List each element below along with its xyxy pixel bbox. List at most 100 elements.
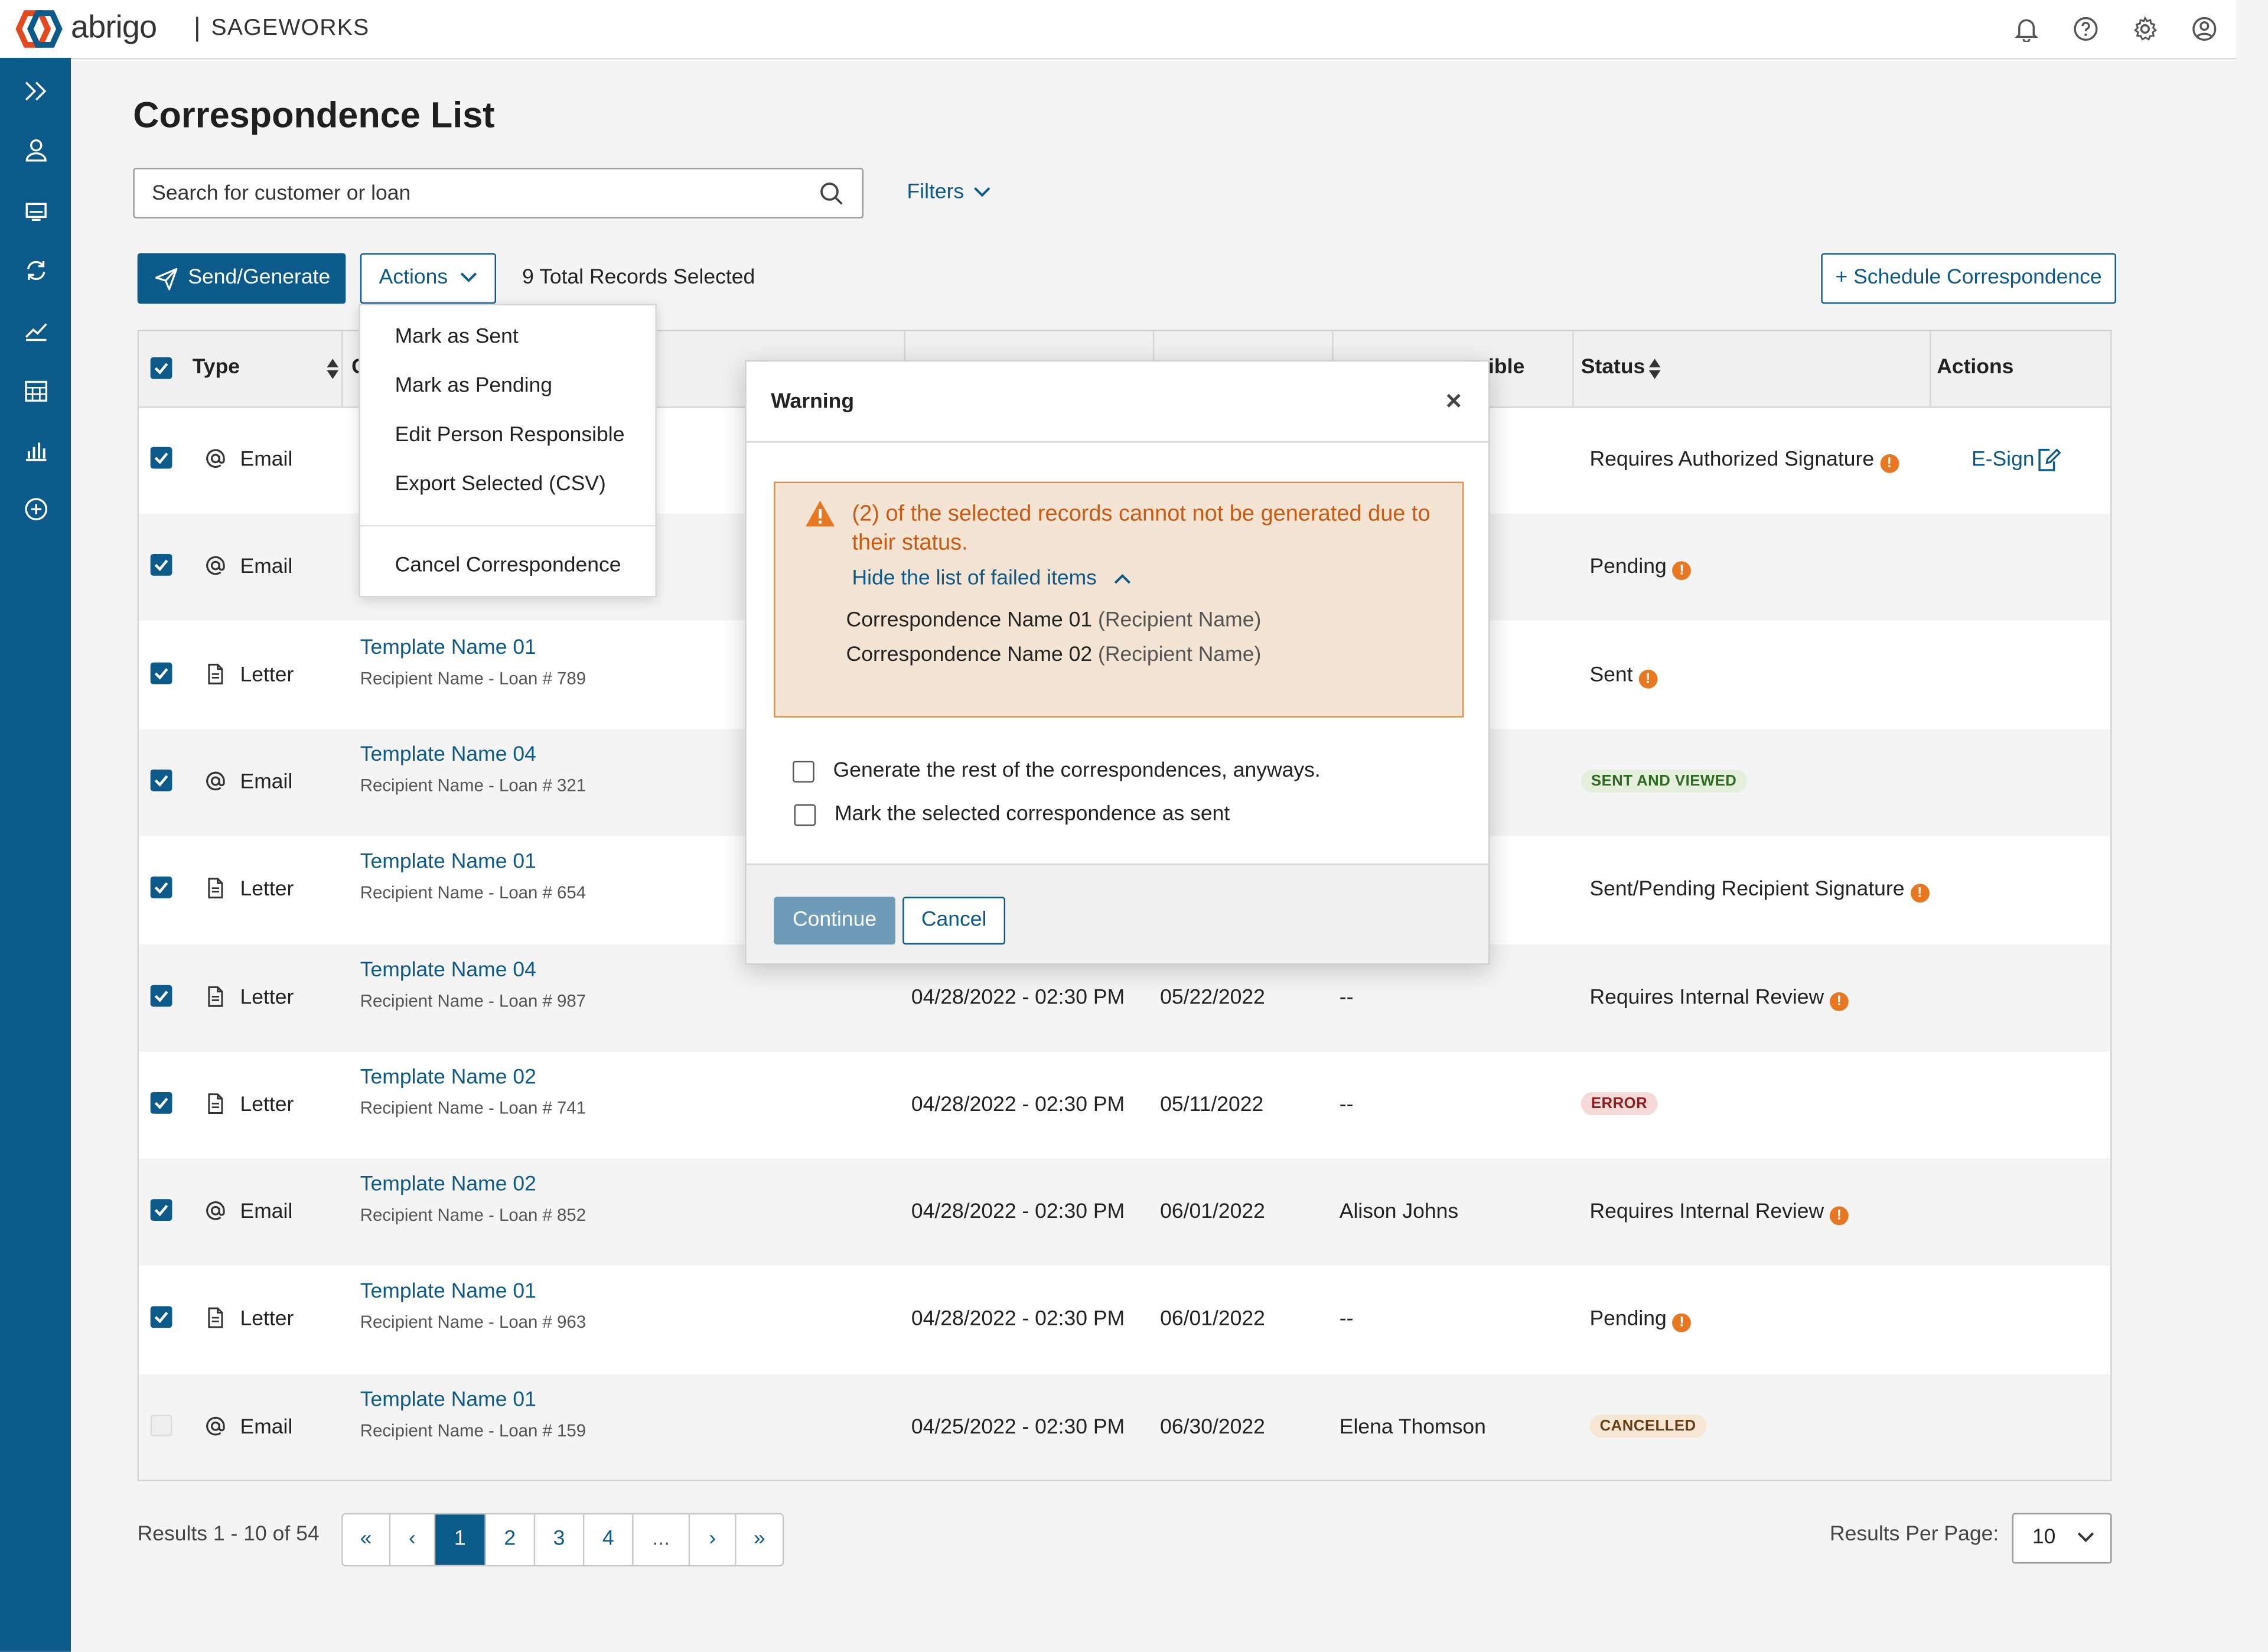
menu-item-mark-pending[interactable]: Mark as Pending [395, 374, 552, 397]
monitor-icon[interactable] [22, 197, 51, 226]
header-person-responsible[interactable]: ible [1488, 356, 1524, 379]
chevron-down-icon [2077, 1532, 2094, 1542]
page-button[interactable]: 1 [435, 1514, 486, 1565]
person-responsible: -- [1339, 1093, 1354, 1117]
document-icon [208, 878, 223, 899]
template-link[interactable]: Template Name 04 [360, 958, 536, 981]
modal-title: Warning [771, 390, 855, 414]
schedule-correspondence-button[interactable]: + Schedule Correspondence [1821, 253, 2116, 304]
table-row[interactable]: Letter Template Name 01 Recipient Name - L… [139, 1266, 2110, 1373]
mark-as-sent-label[interactable]: Mark the selected correspondence as sent [835, 803, 1230, 826]
person-responsible: -- [1339, 1308, 1354, 1332]
top-bar: abrigo | SAGEWORKS [0, 0, 2237, 60]
column-divider [341, 331, 343, 407]
check-icon [154, 1312, 168, 1324]
generate-anyway-checkbox[interactable] [793, 761, 814, 783]
bar-chart-icon[interactable] [22, 435, 51, 464]
warning-info-icon[interactable]: ! [1638, 669, 1658, 688]
person-icon[interactable] [22, 136, 51, 165]
warning-info-icon[interactable]: ! [1829, 991, 1849, 1011]
help-icon[interactable] [2073, 16, 2098, 42]
sort-icon[interactable] [325, 357, 340, 380]
row-checkbox[interactable] [150, 769, 172, 791]
created-date: 04/25/2022 - 02:30 PM [911, 1415, 1125, 1439]
warning-info-icon[interactable]: ! [1910, 884, 1930, 903]
failed-item: Correspondence Name 01 (Recipient Name) [846, 609, 1262, 632]
row-checkbox[interactable] [150, 1199, 172, 1221]
row-checkbox[interactable] [150, 1414, 172, 1436]
recipient-loan: Recipient Name - Loan # 741 [360, 1097, 586, 1118]
person-responsible: Alison Johns [1339, 1200, 1459, 1224]
recipient-loan: Recipient Name - Loan # 987 [360, 990, 586, 1011]
row-checkbox[interactable] [150, 447, 172, 469]
warning-info-icon[interactable]: ! [1672, 561, 1692, 581]
page-nav-button[interactable]: › [690, 1514, 737, 1565]
template-link[interactable]: Template Name 01 [360, 1388, 536, 1411]
menu-item-cancel-correspondence[interactable]: Cancel Correspondence [395, 554, 621, 577]
at-icon [206, 771, 225, 790]
esign-link[interactable]: E-Sign [1972, 448, 2061, 471]
recipient-loan: Recipient Name - Loan # 654 [360, 882, 586, 903]
template-link[interactable]: Template Name 01 [360, 636, 536, 659]
column-divider [1929, 331, 1931, 407]
header-status[interactable]: Status [1581, 356, 1645, 379]
select-all-checkbox[interactable] [150, 357, 172, 379]
table-row[interactable]: Letter Template Name 02 Recipient Name - L… [139, 1051, 2110, 1158]
menu-item-mark-sent[interactable]: Mark as Sent [395, 325, 519, 348]
template-link[interactable]: Template Name 02 [360, 1066, 536, 1089]
results-per-page-select[interactable]: 10 [2012, 1513, 2112, 1564]
page-nav-button[interactable]: » [737, 1514, 783, 1565]
trend-icon[interactable] [22, 315, 51, 344]
header-type[interactable]: Type [193, 356, 240, 379]
row-checkbox[interactable] [150, 662, 172, 684]
row-checkbox[interactable] [150, 1091, 172, 1114]
document-icon [208, 1093, 223, 1114]
actions-dropdown-button[interactable]: Actions [360, 253, 497, 304]
failed-item: Correspondence Name 02 (Recipient Name) [846, 644, 1262, 667]
row-checkbox[interactable] [150, 1306, 172, 1329]
hide-failed-items-toggle[interactable]: Hide the list of failed items [852, 567, 1131, 590]
mark-as-sent-checkbox[interactable] [794, 804, 816, 826]
page-nav-button[interactable]: ‹ [390, 1514, 436, 1565]
calendar-icon[interactable] [22, 376, 51, 405]
template-link[interactable]: Template Name 04 [360, 744, 536, 767]
menu-item-export-csv[interactable]: Export Selected (CSV) [395, 473, 606, 496]
warning-info-icon[interactable]: ! [1879, 454, 1899, 473]
plus-circle-icon[interactable] [22, 495, 51, 524]
close-icon[interactable] [1443, 390, 1464, 410]
template-link[interactable]: Template Name 01 [360, 851, 536, 874]
gear-icon[interactable] [2132, 16, 2158, 42]
warning-info-icon[interactable]: ! [1672, 1314, 1692, 1333]
page-nav-button[interactable]: « [343, 1514, 391, 1565]
sort-icon[interactable] [1647, 357, 1661, 380]
bell-icon[interactable] [2013, 16, 2039, 43]
page-button[interactable]: 4 [584, 1514, 634, 1565]
warning-info-icon[interactable]: ! [1829, 1206, 1849, 1226]
user-circle-icon[interactable] [2191, 16, 2217, 42]
status-text: Requires Internal Review! [1589, 986, 1849, 1011]
continue-button[interactable]: Continue [774, 897, 895, 945]
at-icon [206, 556, 225, 576]
table-row[interactable]: Email Template Name 01 Recipient Name - Lo… [139, 1373, 2111, 1480]
page-button[interactable]: 2 [486, 1514, 536, 1565]
generate-anyway-label[interactable]: Generate the rest of the correspondences… [833, 760, 1321, 783]
page-button[interactable]: 3 [535, 1514, 585, 1565]
filters-button[interactable]: Filters [907, 181, 990, 204]
row-checkbox[interactable] [150, 554, 172, 576]
expand-icon[interactable] [22, 77, 51, 106]
type-label: Email [240, 448, 293, 472]
search-input[interactable]: Search for customer or loan [133, 168, 864, 219]
status-badge: CANCELLED [1589, 1414, 1706, 1438]
template-link[interactable]: Template Name 02 [360, 1173, 536, 1196]
sync-icon[interactable] [22, 256, 51, 285]
search-icon[interactable] [819, 181, 845, 207]
table-row[interactable]: Email Template Name 02 Recipient Name - Lo… [139, 1158, 2111, 1266]
cancel-button[interactable]: Cancel [902, 897, 1006, 945]
row-checkbox[interactable] [150, 984, 172, 1006]
send-generate-button[interactable]: Send/Generate [137, 253, 346, 304]
menu-item-edit-person[interactable]: Edit Person Responsible [395, 424, 625, 447]
row-checkbox[interactable] [150, 876, 172, 899]
due-date: 06/01/2022 [1160, 1200, 1265, 1224]
template-link[interactable]: Template Name 01 [360, 1280, 536, 1304]
modal-divider [746, 441, 1489, 443]
